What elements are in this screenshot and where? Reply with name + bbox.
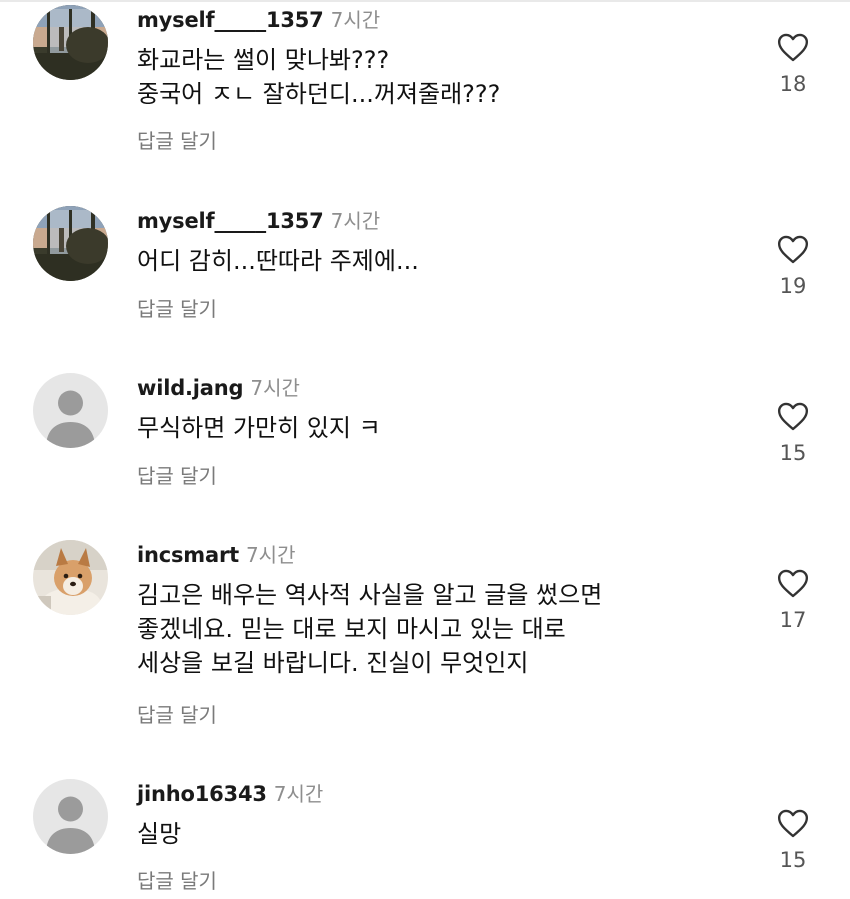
comment-line: 김고은 배우는 역사적 사실을 알고 글을 썼으면 (137, 581, 603, 609)
timestamp: 7시간 (330, 8, 381, 32)
reply-button[interactable]: 답글 달기 (137, 295, 217, 323)
reply-button[interactable]: 답글 달기 (137, 701, 217, 729)
comment-header: myself_____1357 7시간 (137, 206, 380, 236)
timestamp: 7시간 (245, 543, 296, 567)
timestamp: 7시간 (330, 209, 381, 233)
avatar[interactable] (33, 779, 108, 854)
heart-outline-icon[interactable] (777, 809, 809, 838)
like-count: 15 (779, 441, 807, 465)
heart-outline-icon[interactable] (777, 402, 809, 431)
reply-button[interactable]: 답글 달기 (137, 867, 217, 895)
like-control: 18 (768, 33, 818, 96)
comment-header: jinho16343 7시간 (137, 779, 323, 809)
heart-outline-icon[interactable] (777, 235, 809, 264)
heart-outline-icon[interactable] (777, 33, 809, 62)
window-photo-avatar-icon (33, 5, 108, 80)
dog-photo-avatar-icon (33, 540, 108, 615)
avatar[interactable] (33, 540, 108, 615)
username[interactable]: jinho16343 (137, 782, 267, 806)
like-control: 17 (768, 569, 818, 632)
comment-line: 실망 (137, 820, 182, 848)
avatar[interactable] (33, 206, 108, 281)
reply-button[interactable]: 답글 달기 (137, 462, 217, 490)
username[interactable]: myself_____1357 (137, 8, 324, 32)
comment-header: myself_____1357 7시간 (137, 5, 380, 35)
top-divider (0, 0, 850, 2)
comment-text: 무식하면 가만히 있지 ㅋ (137, 411, 747, 445)
like-count: 18 (779, 72, 807, 96)
like-count: 19 (779, 274, 807, 298)
comment-text: 화교라는 썰이 맞나봐??? 중국어 ㅈㄴ 잘하던디...꺼져줄래??? (137, 43, 747, 111)
comment-line: 무식하면 가만히 있지 ㅋ (137, 414, 381, 442)
person-silhouette-icon (33, 779, 108, 854)
like-control: 15 (768, 402, 818, 465)
like-count: 15 (779, 848, 807, 872)
comment-line: 어디 감히...딴따라 주제에... (137, 247, 419, 275)
heart-outline-icon[interactable] (777, 569, 809, 598)
person-silhouette-icon (33, 373, 108, 448)
like-control: 15 (768, 809, 818, 872)
comment-text: 김고은 배우는 역사적 사실을 알고 글을 썼으면 좋겠네요. 믿는 대로 보지… (137, 578, 747, 680)
timestamp: 7시간 (250, 376, 300, 400)
like-control: 19 (768, 235, 818, 298)
comment-text: 실망 (137, 817, 747, 851)
avatar[interactable] (33, 5, 108, 80)
comment-line: 중국어 ㅈㄴ 잘하던디...꺼져줄래??? (137, 80, 501, 108)
username[interactable]: incsmart (137, 543, 239, 567)
window-photo-avatar-icon (33, 206, 108, 281)
avatar[interactable] (33, 373, 108, 448)
username[interactable]: myself_____1357 (137, 209, 324, 233)
comment-text: 어디 감히...딴따라 주제에... (137, 244, 747, 278)
comment-line: 좋겠네요. 믿는 대로 보지 마시고 있는 대로 (137, 615, 566, 643)
timestamp: 7시간 (273, 782, 324, 806)
comment-header: incsmart 7시간 (137, 540, 295, 570)
comment-line: 세상을 보길 바랍니다. 진실이 무엇인지 (137, 649, 529, 677)
comment-header: wild.jang 7시간 (137, 373, 300, 403)
like-count: 17 (779, 608, 807, 632)
reply-button[interactable]: 답글 달기 (137, 127, 217, 155)
comment-line: 화교라는 썰이 맞나봐??? (137, 46, 390, 74)
username[interactable]: wild.jang (137, 376, 244, 400)
